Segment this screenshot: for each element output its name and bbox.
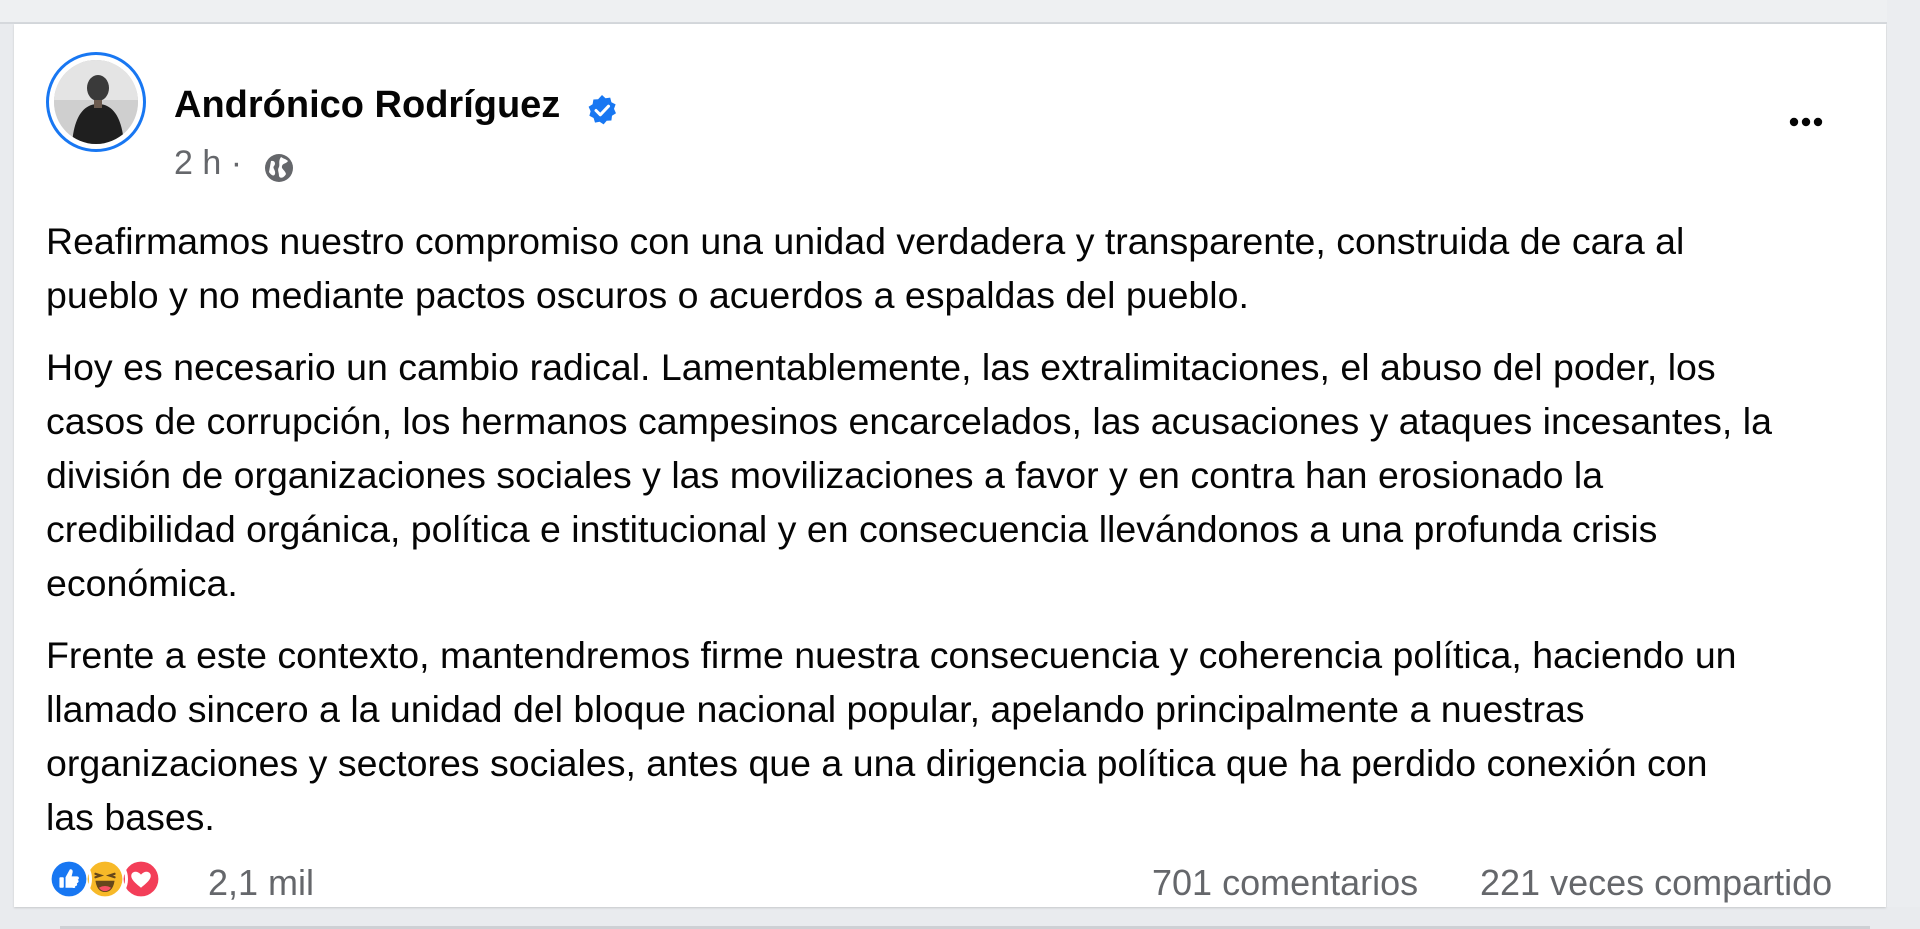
post-card: Andrónico Rodríguez 2 h · Reafirmamos nu… [14, 24, 1886, 929]
avatar[interactable] [46, 52, 146, 152]
author-name[interactable]: Andrónico Rodríguez [174, 84, 560, 127]
post-paragraph-1: Reafirmamos nuestro compromiso con una u… [46, 220, 1685, 316]
reaction-count: 2,1 mil [208, 862, 315, 903]
verified-badge-icon [588, 95, 616, 125]
avatar-photo [54, 60, 138, 144]
post-timestamp[interactable]: 2 h · [174, 144, 242, 183]
comments-count-link[interactable]: 701 comentarios [1152, 862, 1418, 904]
globe-icon [265, 154, 293, 182]
page-gutter [1887, 0, 1920, 907]
person-silhouette-icon [54, 60, 138, 144]
previous-post-edge [0, 0, 1920, 24]
post-message: Reafirmamos nuestro compromiso con una u… [46, 214, 1896, 862]
post-paragraph-3: Frente a este contexto, mantendremos fir… [46, 634, 1737, 838]
shares-count-link[interactable]: 221 veces compartido [1480, 862, 1832, 904]
like-icon [46, 856, 92, 902]
post-paragraph-2: Hoy es necesario un cambio radical. Lame… [46, 346, 1772, 604]
more-options-icon[interactable] [1774, 102, 1838, 142]
